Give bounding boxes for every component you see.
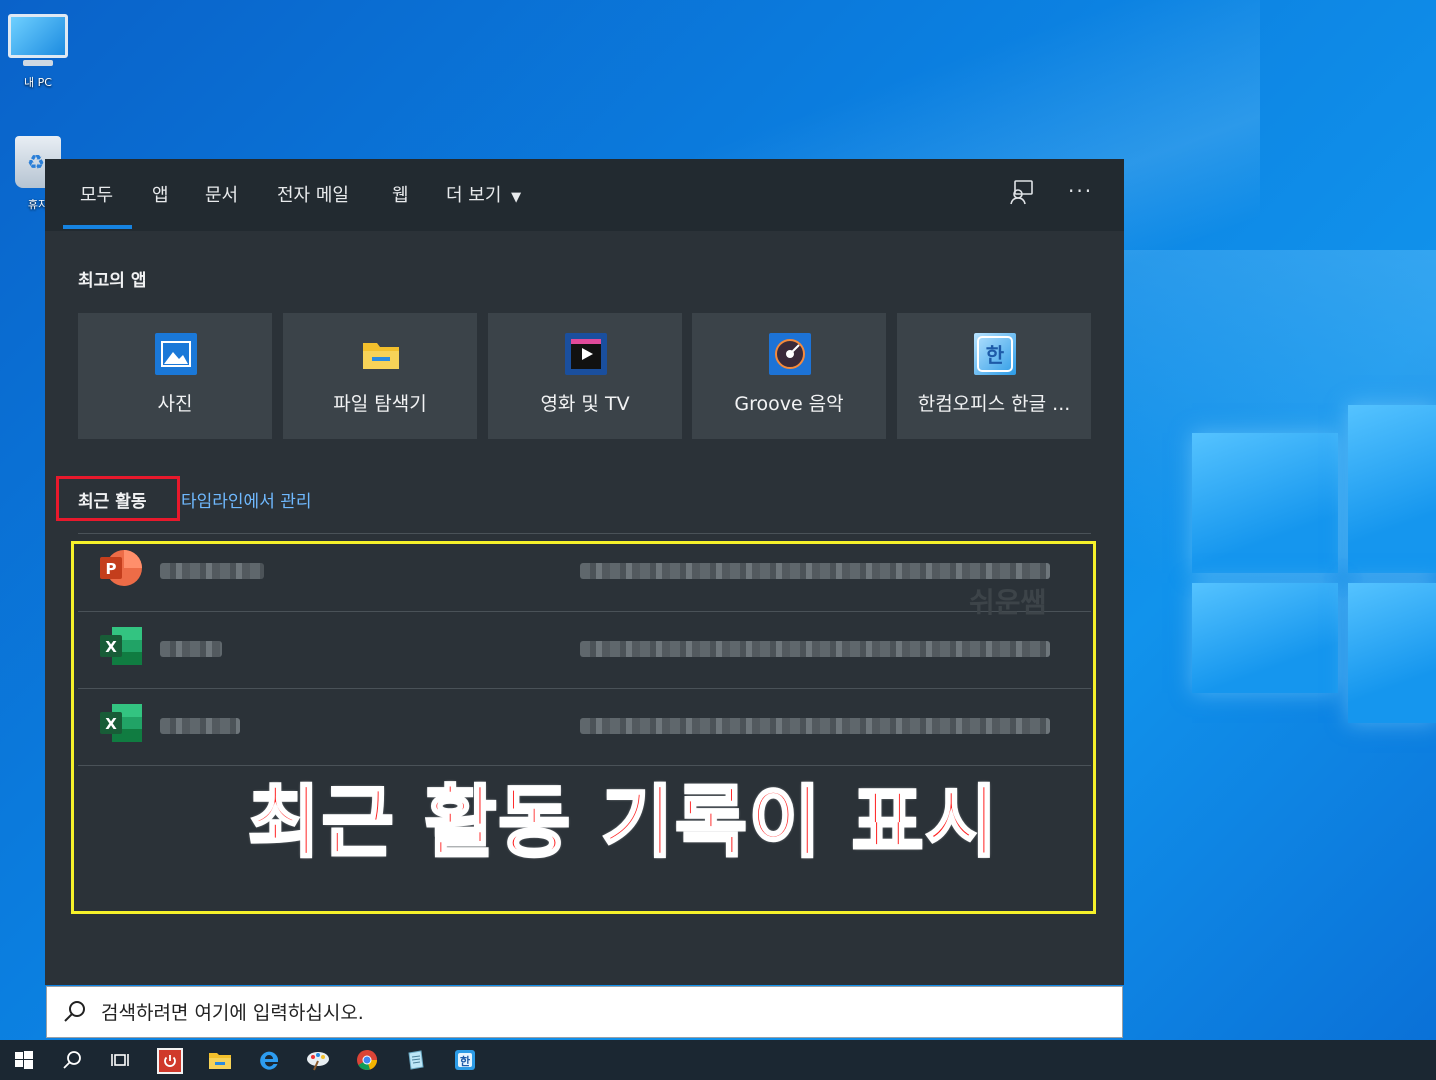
search-tab-bar: 모두 앱 문서 전자 메일 웹 더 보기 ▼ ··· [45,159,1124,231]
edge-icon[interactable] [255,1046,283,1074]
groove-music-icon [769,333,811,375]
tab-apps[interactable]: 앱 [152,181,169,207]
tab-all[interactable]: 모두 [80,181,113,207]
photos-icon [155,333,197,375]
tab-more[interactable]: 더 보기 ▼ [446,181,521,207]
app-tile-movies-tv[interactable]: 영화 및 TV [488,313,682,439]
chrome-icon[interactable] [353,1046,381,1074]
recent-activity-highlight-box [56,476,180,521]
manage-timeline-link[interactable]: 타임라인에서 관리 [181,487,312,512]
app-tile-label: 사진 [157,393,193,415]
tab-email[interactable]: 전자 메일 [277,181,349,207]
paint-icon[interactable] [304,1046,332,1074]
start-icon[interactable] [10,1046,38,1074]
app-tile-file-explorer[interactable]: 파일 탐색기 [283,313,477,439]
hancom-icon: 한 [974,333,1016,375]
svg-text:한: 한 [986,343,1005,367]
search-input[interactable] [99,997,1103,1029]
section-divider [78,533,1091,534]
chevron-down-icon: ▼ [511,190,522,205]
app-tile-groove-music[interactable]: Groove 음악 [692,313,886,439]
desktop-icon-my-pc[interactable]: 내 PC [2,10,74,90]
tab-documents[interactable]: 문서 [205,181,238,207]
feedback-icon[interactable] [1008,179,1034,210]
app-tile-label: 파일 탐색기 [333,393,427,415]
search-icon[interactable] [58,1046,86,1074]
taskbar: 한 [0,1040,1436,1080]
file-explorer-icon [360,333,402,375]
computer-icon [8,14,68,70]
app-tile-label: 한컴오피스 한글 ... [917,393,1071,415]
app-tile-label: 영화 및 TV [540,393,630,415]
tab-more-label: 더 보기 [446,185,502,206]
file-explorer-icon[interactable] [206,1046,234,1074]
svg-text:한: 한 [460,1054,470,1068]
hancom-icon[interactable]: 한 [451,1046,479,1074]
tab-web[interactable]: 웹 [392,181,409,207]
windows-logo-wallpaper [1192,405,1436,725]
app-tile-photos[interactable]: 사진 [78,313,272,439]
annotation-caption: 최근 활동 기록이 표시 [246,777,1000,870]
active-tab-indicator [63,225,132,229]
desktop-icon-label: 내 PC [24,76,52,89]
power-app-icon[interactable] [157,1048,183,1074]
search-bar[interactable] [46,986,1123,1038]
notepad-icon[interactable] [402,1046,430,1074]
more-options-icon[interactable]: ··· [1068,179,1093,203]
app-tile-hancom-hangul[interactable]: 한 한컴오피스 한글 ... [897,313,1091,439]
movies-tv-icon [565,333,607,375]
app-tile-label: Groove 음악 [734,393,844,415]
top-apps-title: 최고의 앱 [78,271,147,291]
task-view-icon[interactable] [106,1046,134,1074]
search-icon [63,999,87,1029]
